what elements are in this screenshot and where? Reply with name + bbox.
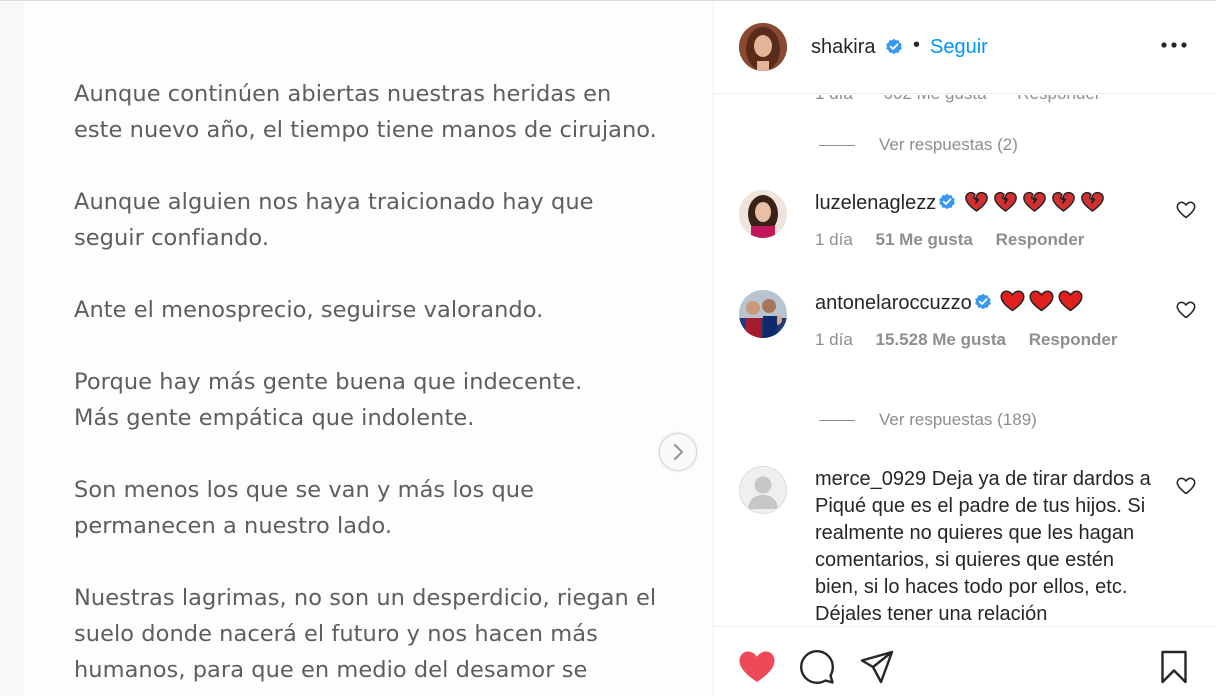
commenter-avatar[interactable] <box>739 466 787 514</box>
view-replies-label: Ver respuestas (189) <box>879 410 1037 429</box>
next-image-button[interactable] <box>659 433 697 471</box>
red-heart-emoji-icon <box>1000 290 1025 312</box>
view-replies-button[interactable]: Ver respuestas (2) <box>819 135 1018 155</box>
commenter-avatar[interactable] <box>739 190 787 238</box>
broken-heart-emoji-icon <box>1081 191 1105 212</box>
comment-meta: 1 día 51 Me gusta Responder <box>815 230 1102 250</box>
bookmark-save-icon[interactable] <box>1160 650 1188 684</box>
broken-heart-emoji-icon <box>994 191 1018 212</box>
reply-button[interactable]: Responder <box>1017 95 1100 103</box>
reply-button[interactable]: Responder <box>1029 330 1118 349</box>
red-heart-emojis <box>1000 290 1083 312</box>
like-comment-heart-icon[interactable] <box>1176 201 1196 219</box>
more-options-icon[interactable] <box>1161 42 1187 48</box>
divider-line <box>819 144 855 146</box>
comment-time: 1 día <box>815 330 853 349</box>
broken-heart-emoji-icon <box>1023 191 1047 212</box>
avatar-image <box>739 190 787 238</box>
broken-heart-emoji-icon <box>1052 191 1076 212</box>
comment-body: luzelenaglezz <box>815 190 1155 217</box>
instagram-post-window: Aunque continúen abiertas nuestras herid… <box>0 0 1216 696</box>
commenter-username[interactable]: antonelaroccuzzo <box>815 292 972 314</box>
divider-line <box>819 419 855 421</box>
verified-badge-icon <box>974 293 991 310</box>
broken-heart-emojis <box>964 190 1105 212</box>
comment-body: merce_0929 Deja ya de tirar dardos a Piq… <box>815 466 1155 625</box>
post-image: Aunque continúen abiertas nuestras herid… <box>0 2 713 696</box>
reply-button[interactable]: Responder <box>996 230 1085 249</box>
post-paragraph: Nuestras lagrimas, no son un desperdicio… <box>74 585 657 683</box>
commenter-username[interactable]: merce_0929 <box>815 468 926 490</box>
post-actions-bar <box>714 626 1216 696</box>
chevron-right-icon <box>673 443 684 461</box>
post-paragraph: Son menos los que se van y más los que p… <box>74 477 535 539</box>
verified-badge-icon <box>939 193 956 210</box>
verified-badge-icon <box>886 38 902 55</box>
post-paragraph: Ante el menosprecio, seguirse valorando. <box>74 297 544 323</box>
comment-likes[interactable]: 51 Me gusta <box>876 230 973 249</box>
like-comment-heart-icon[interactable] <box>1176 301 1196 319</box>
comment-meta: 1 día 15.528 Me gusta Responder <box>815 330 1135 350</box>
separator-dot: • <box>913 34 921 56</box>
paper-plane-share-icon[interactable] <box>860 650 894 684</box>
author-avatar[interactable] <box>739 23 787 71</box>
broken-heart-emoji-icon <box>965 191 989 212</box>
comment-text: Deja ya de tirar dardos a Piqué que es e… <box>815 468 1151 625</box>
comment-body: antonelaroccuzzo <box>815 290 1155 317</box>
comment-meta-cut: 1 día 602 Me gusta Responder <box>815 95 1126 104</box>
red-heart-emoji-icon <box>1058 290 1083 312</box>
view-replies-button[interactable]: Ver respuestas (189) <box>819 410 1037 430</box>
like-heart-filled-icon[interactable] <box>738 650 776 684</box>
post-paragraph: Aunque continúen abiertas nuestras herid… <box>74 81 657 143</box>
comment-likes[interactable]: 15.528 Me gusta <box>876 330 1006 349</box>
post-text: Aunque continúen abiertas nuestras herid… <box>74 76 694 696</box>
follow-button[interactable]: Seguir <box>930 36 988 59</box>
post-header: shakira • Seguir <box>714 2 1216 94</box>
comment-time: 1 día <box>815 230 853 249</box>
comment-likes[interactable]: 602 Me gusta <box>884 95 987 103</box>
avatar-image <box>739 23 787 71</box>
avatar-image <box>739 290 787 338</box>
view-replies-label: Ver respuestas (2) <box>879 135 1018 154</box>
author-username[interactable]: shakira <box>811 36 875 59</box>
red-heart-emoji-icon <box>1029 290 1054 312</box>
comments-list[interactable]: 1 día 602 Me gusta Responder Ver respues… <box>714 95 1216 625</box>
commenter-avatar[interactable] <box>739 290 787 338</box>
post-paragraph: Porque hay más gente buena que indecente… <box>74 369 583 431</box>
comment-bubble-icon[interactable] <box>800 650 834 684</box>
comments-panel: shakira • Seguir 1 día 602 Me gusta Resp… <box>713 2 1216 696</box>
like-comment-heart-icon[interactable] <box>1176 477 1196 495</box>
post-paragraph: Aunque alguien nos haya traicionado hay … <box>74 189 594 251</box>
default-avatar-icon <box>740 467 786 513</box>
commenter-username[interactable]: luzelenaglezz <box>815 192 936 214</box>
comment-time: 1 día <box>815 95 853 103</box>
